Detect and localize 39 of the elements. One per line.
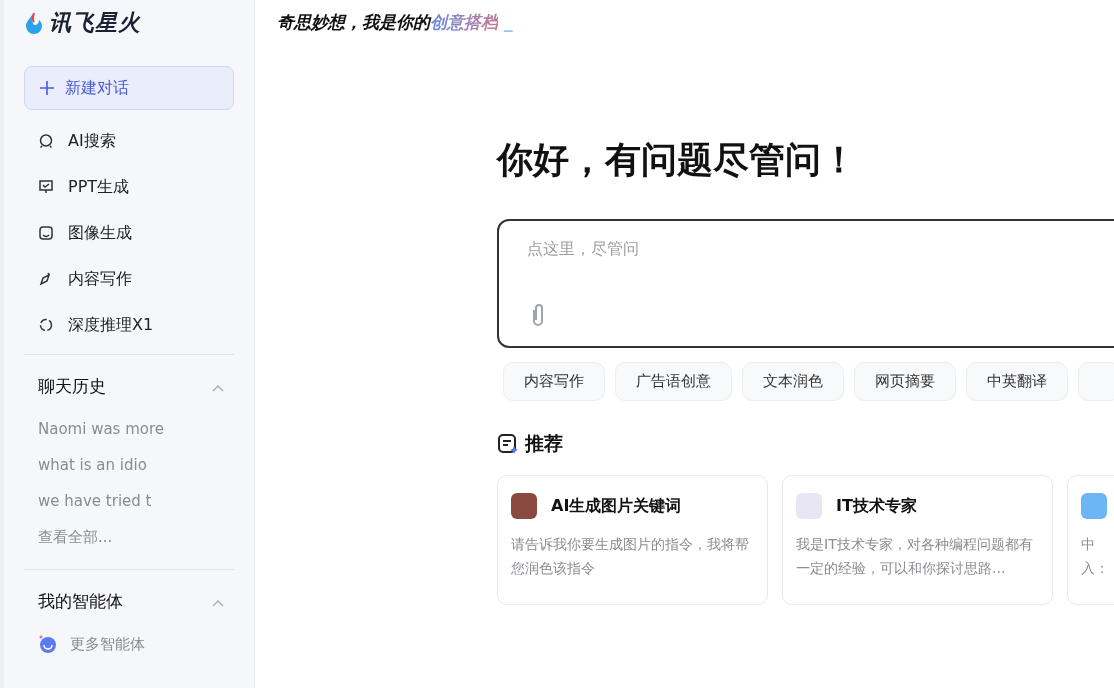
prompt-chip[interactable]: 广告语创意 xyxy=(615,362,732,401)
agent-card[interactable]: AI生成图片关键词 请告诉我你要生成图片的指令，我将帮您润色该指令 xyxy=(497,475,768,605)
agent-icon xyxy=(38,634,58,654)
avatar-placeholder xyxy=(796,493,822,519)
image-icon xyxy=(38,225,54,241)
nav-item[interactable]: AI搜索 xyxy=(24,118,234,164)
agent-card[interactable]: 中 入： xyxy=(1067,475,1114,605)
nav-item[interactable]: 深度推理X1 xyxy=(24,302,234,348)
presentation-icon xyxy=(38,179,54,195)
section-title: 推荐 xyxy=(525,431,563,456)
flame-logo-icon xyxy=(23,11,45,35)
prompt-chip[interactable]: 网页摘要 xyxy=(854,362,956,401)
card-description: 入： xyxy=(1081,559,1110,578)
question-input-field[interactable]: 点这里，尽管问 xyxy=(527,239,1114,258)
nav-item[interactable]: PPT生成 xyxy=(24,164,234,210)
chevron-up-icon[interactable] xyxy=(212,383,224,392)
section-title: 我的智能体 xyxy=(38,589,123,613)
search-icon xyxy=(38,133,54,149)
logo-text: 讯飞星火 xyxy=(49,9,141,37)
greeting-heading: 你好，有问题尽管问！ xyxy=(497,138,858,182)
translate-icon xyxy=(1081,493,1107,519)
card-description: 请告诉我你要生成图片的指令，我将帮您润色该指令 xyxy=(511,535,750,578)
card-description: 中 xyxy=(1081,535,1096,554)
cycle-icon xyxy=(38,317,54,333)
chevron-up-icon[interactable] xyxy=(212,598,224,607)
card-title: AI生成图片关键词 xyxy=(551,495,682,517)
prompt-chip[interactable]: 中英翻译 xyxy=(966,362,1068,401)
plus-icon xyxy=(39,80,55,96)
nav-item[interactable]: 内容写作 xyxy=(24,256,234,302)
photo-placeholder xyxy=(511,493,537,519)
agent-card[interactable]: IT技术专家 我是IT技术专家，对各种编程问题都有一定的经验，可以和你探讨思路... xyxy=(782,475,1053,605)
list-sparkle-icon xyxy=(497,433,519,455)
prompt-chip[interactable]: 文本润色 xyxy=(742,362,844,401)
prompt-chip[interactable]: 内容写作 xyxy=(503,362,605,401)
card-description: 我是IT技术专家，对各种编程问题都有一定的经验，可以和你探讨思路... xyxy=(796,535,1034,578)
nav-item[interactable]: 图像生成 xyxy=(24,210,234,256)
new-chat-button[interactable]: 新建对话 xyxy=(24,66,234,110)
section-title: 聊天历史 xyxy=(38,374,106,398)
card-title: IT技术专家 xyxy=(836,495,917,517)
